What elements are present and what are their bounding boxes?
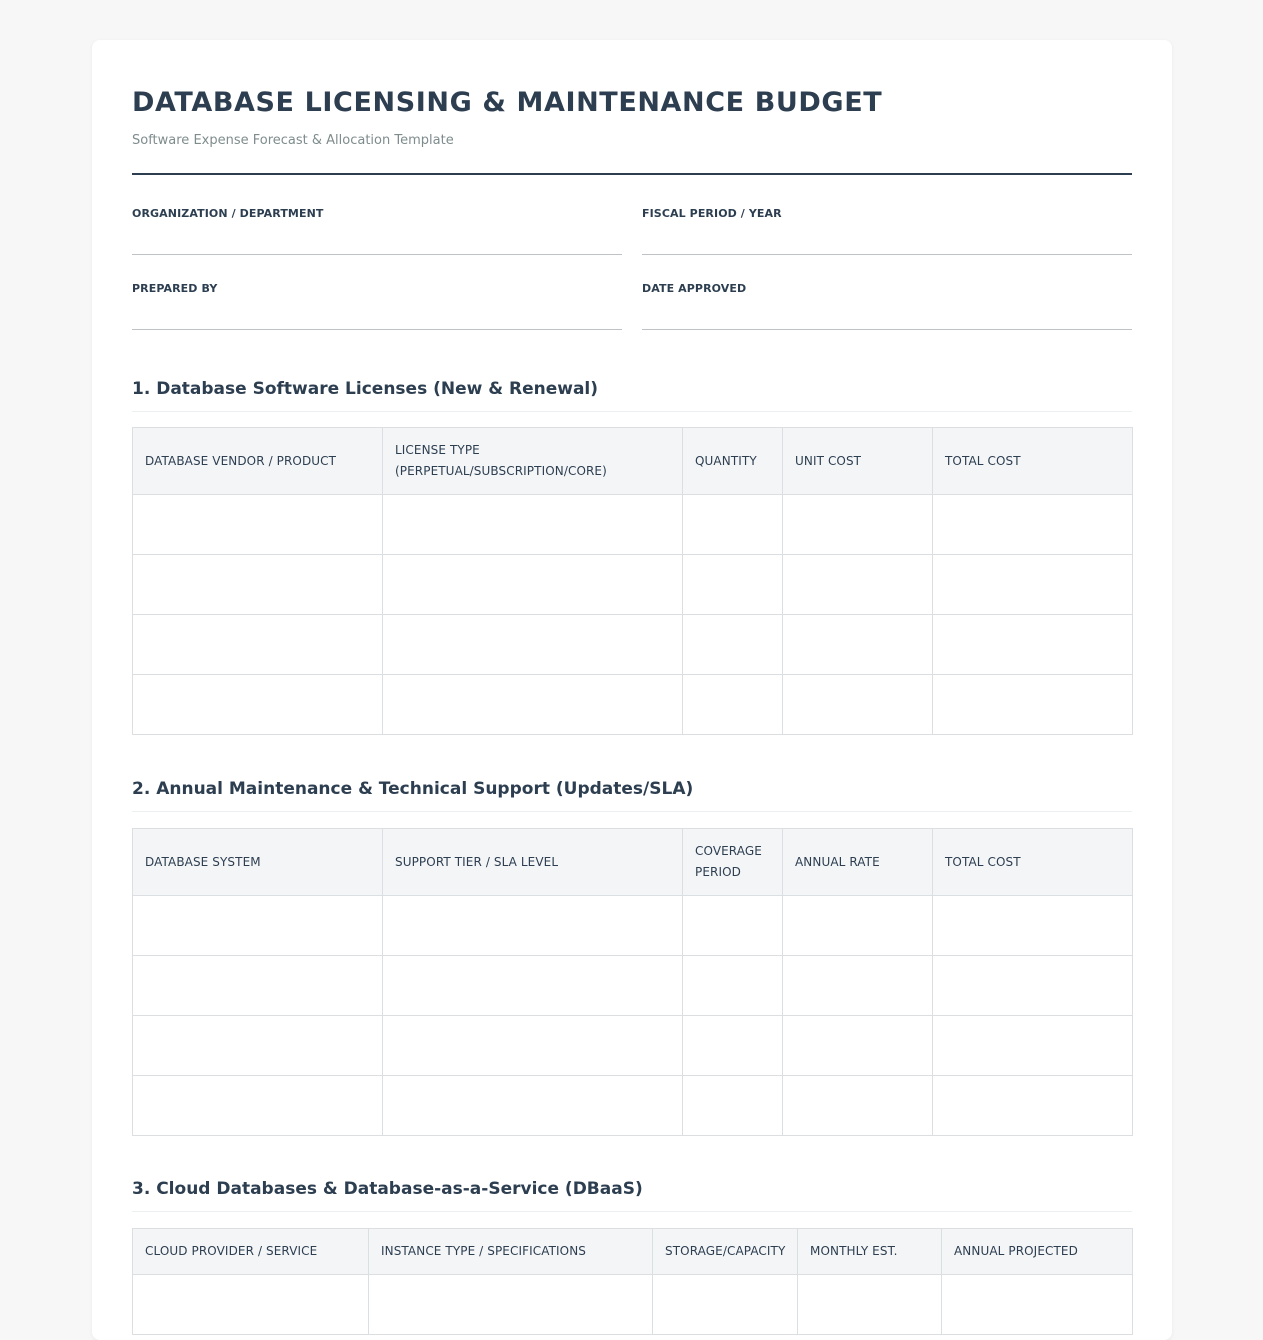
column-header: COVERAGE PERIOD: [682, 828, 783, 896]
section-title: 3. Cloud Databases & Database-as-a-Servi…: [132, 1179, 643, 1199]
column-header: INSTANCE TYPE / SPECIFICATIONS: [368, 1228, 653, 1275]
prepared-by-label: PREPARED BY: [132, 282, 218, 295]
table-row: [132, 554, 1133, 615]
table-cell[interactable]: [782, 494, 933, 555]
table-cell[interactable]: [941, 1274, 1133, 1335]
table-cell[interactable]: [382, 1015, 683, 1076]
table-cell[interactable]: [932, 614, 1133, 675]
table-cell[interactable]: [782, 674, 933, 735]
column-header: ANNUAL PROJECTED: [941, 1228, 1133, 1275]
table-cell[interactable]: [932, 494, 1133, 555]
document-header: DATABASE LICENSING & MAINTENANCE BUDGET …: [132, 84, 1132, 175]
document-title: DATABASE LICENSING & MAINTENANCE BUDGET: [132, 87, 883, 118]
section-maintenance-heading: 2. Annual Maintenance & Technical Suppor…: [132, 777, 1132, 812]
column-header: CLOUD PROVIDER / SERVICE: [132, 1228, 369, 1275]
table-cell[interactable]: [132, 554, 383, 615]
table-cell[interactable]: [382, 1075, 683, 1136]
table-cell[interactable]: [782, 1075, 933, 1136]
table-cell[interactable]: [782, 614, 933, 675]
table-cell[interactable]: [132, 955, 383, 1016]
table-cell[interactable]: [682, 614, 783, 675]
section-title: 1. Database Software Licenses (New & Ren…: [132, 379, 599, 399]
table-row: [132, 1015, 1133, 1076]
prepared-by-field[interactable]: PREPARED BY: [132, 281, 622, 330]
table-cell[interactable]: [382, 674, 683, 735]
column-header: TOTAL COST: [932, 427, 1133, 495]
table-cell[interactable]: [682, 1015, 783, 1076]
section-licenses-heading: 1. Database Software Licenses (New & Ren…: [132, 377, 1132, 412]
table-row: [132, 674, 1133, 735]
table-cell[interactable]: [932, 554, 1133, 615]
organization-label: ORGANIZATION / DEPARTMENT: [132, 207, 324, 220]
table-cell[interactable]: [132, 895, 383, 956]
table-cell[interactable]: [682, 494, 783, 555]
table-cell[interactable]: [132, 1075, 383, 1136]
table-header-row: DATABASE VENDOR / PRODUCT LICENSE TYPE (…: [132, 427, 1133, 495]
table-header-row: CLOUD PROVIDER / SERVICE INSTANCE TYPE /…: [132, 1228, 1133, 1275]
table-cell[interactable]: [682, 955, 783, 1016]
table-cell[interactable]: [382, 554, 683, 615]
budget-document: DATABASE LICENSING & MAINTENANCE BUDGET …: [92, 40, 1172, 1340]
column-header: UNIT COST: [782, 427, 933, 495]
table-cell[interactable]: [932, 955, 1133, 1016]
table-cell[interactable]: [132, 1015, 383, 1076]
column-header: DATABASE SYSTEM: [132, 828, 383, 896]
table-cell[interactable]: [132, 674, 383, 735]
column-header: STORAGE/CAPACITY: [652, 1228, 798, 1275]
table-row: [132, 895, 1133, 956]
column-header: SUPPORT TIER / SLA LEVEL: [382, 828, 683, 896]
table-cell[interactable]: [382, 614, 683, 675]
maintenance-table: DATABASE SYSTEM SUPPORT TIER / SLA LEVEL…: [132, 828, 1133, 1136]
table-cell[interactable]: [932, 1075, 1133, 1136]
table-cell[interactable]: [382, 494, 683, 555]
table-cell[interactable]: [782, 895, 933, 956]
table-row: [132, 614, 1133, 675]
column-header: DATABASE VENDOR / PRODUCT: [132, 427, 383, 495]
table-cell[interactable]: [932, 674, 1133, 735]
column-header: ANNUAL RATE: [782, 828, 933, 896]
table-cell[interactable]: [682, 674, 783, 735]
column-header: LICENSE TYPE (PERPETUAL/SUBSCRIPTION/COR…: [382, 427, 683, 495]
table-cell[interactable]: [682, 895, 783, 956]
table-cell[interactable]: [797, 1274, 942, 1335]
column-header: TOTAL COST: [932, 828, 1133, 896]
table-cell[interactable]: [382, 955, 683, 1016]
table-cell[interactable]: [782, 1015, 933, 1076]
column-header: QUANTITY: [682, 427, 783, 495]
fiscal-period-field[interactable]: FISCAL PERIOD / YEAR: [642, 206, 1132, 255]
fiscal-period-label: FISCAL PERIOD / YEAR: [642, 207, 782, 220]
column-header: MONTHLY EST.: [797, 1228, 942, 1275]
section-title: 2. Annual Maintenance & Technical Suppor…: [132, 779, 694, 799]
document-subtitle: Software Expense Forecast & Allocation T…: [132, 133, 454, 148]
date-approved-label: DATE APPROVED: [642, 282, 747, 295]
table-row: [132, 494, 1133, 555]
licenses-table: DATABASE VENDOR / PRODUCT LICENSE TYPE (…: [132, 427, 1133, 735]
table-cell[interactable]: [132, 1274, 369, 1335]
table-row: [132, 1075, 1133, 1136]
table-cell[interactable]: [382, 895, 683, 956]
table-header-row: DATABASE SYSTEM SUPPORT TIER / SLA LEVEL…: [132, 828, 1133, 896]
table-cell[interactable]: [652, 1274, 798, 1335]
table-cell[interactable]: [368, 1274, 653, 1335]
section-cloud-heading: 3. Cloud Databases & Database-as-a-Servi…: [132, 1177, 1132, 1212]
table-cell[interactable]: [932, 1015, 1133, 1076]
table-cell[interactable]: [132, 494, 383, 555]
organization-field[interactable]: ORGANIZATION / DEPARTMENT: [132, 206, 622, 255]
table-cell[interactable]: [782, 554, 933, 615]
date-approved-field[interactable]: DATE APPROVED: [642, 281, 1132, 330]
table-cell[interactable]: [682, 554, 783, 615]
table-cell[interactable]: [682, 1075, 783, 1136]
cloud-table: CLOUD PROVIDER / SERVICE INSTANCE TYPE /…: [132, 1228, 1133, 1335]
table-row: [132, 955, 1133, 1016]
table-row: [132, 1274, 1133, 1335]
table-cell[interactable]: [782, 955, 933, 1016]
table-cell[interactable]: [132, 614, 383, 675]
table-cell[interactable]: [932, 895, 1133, 956]
